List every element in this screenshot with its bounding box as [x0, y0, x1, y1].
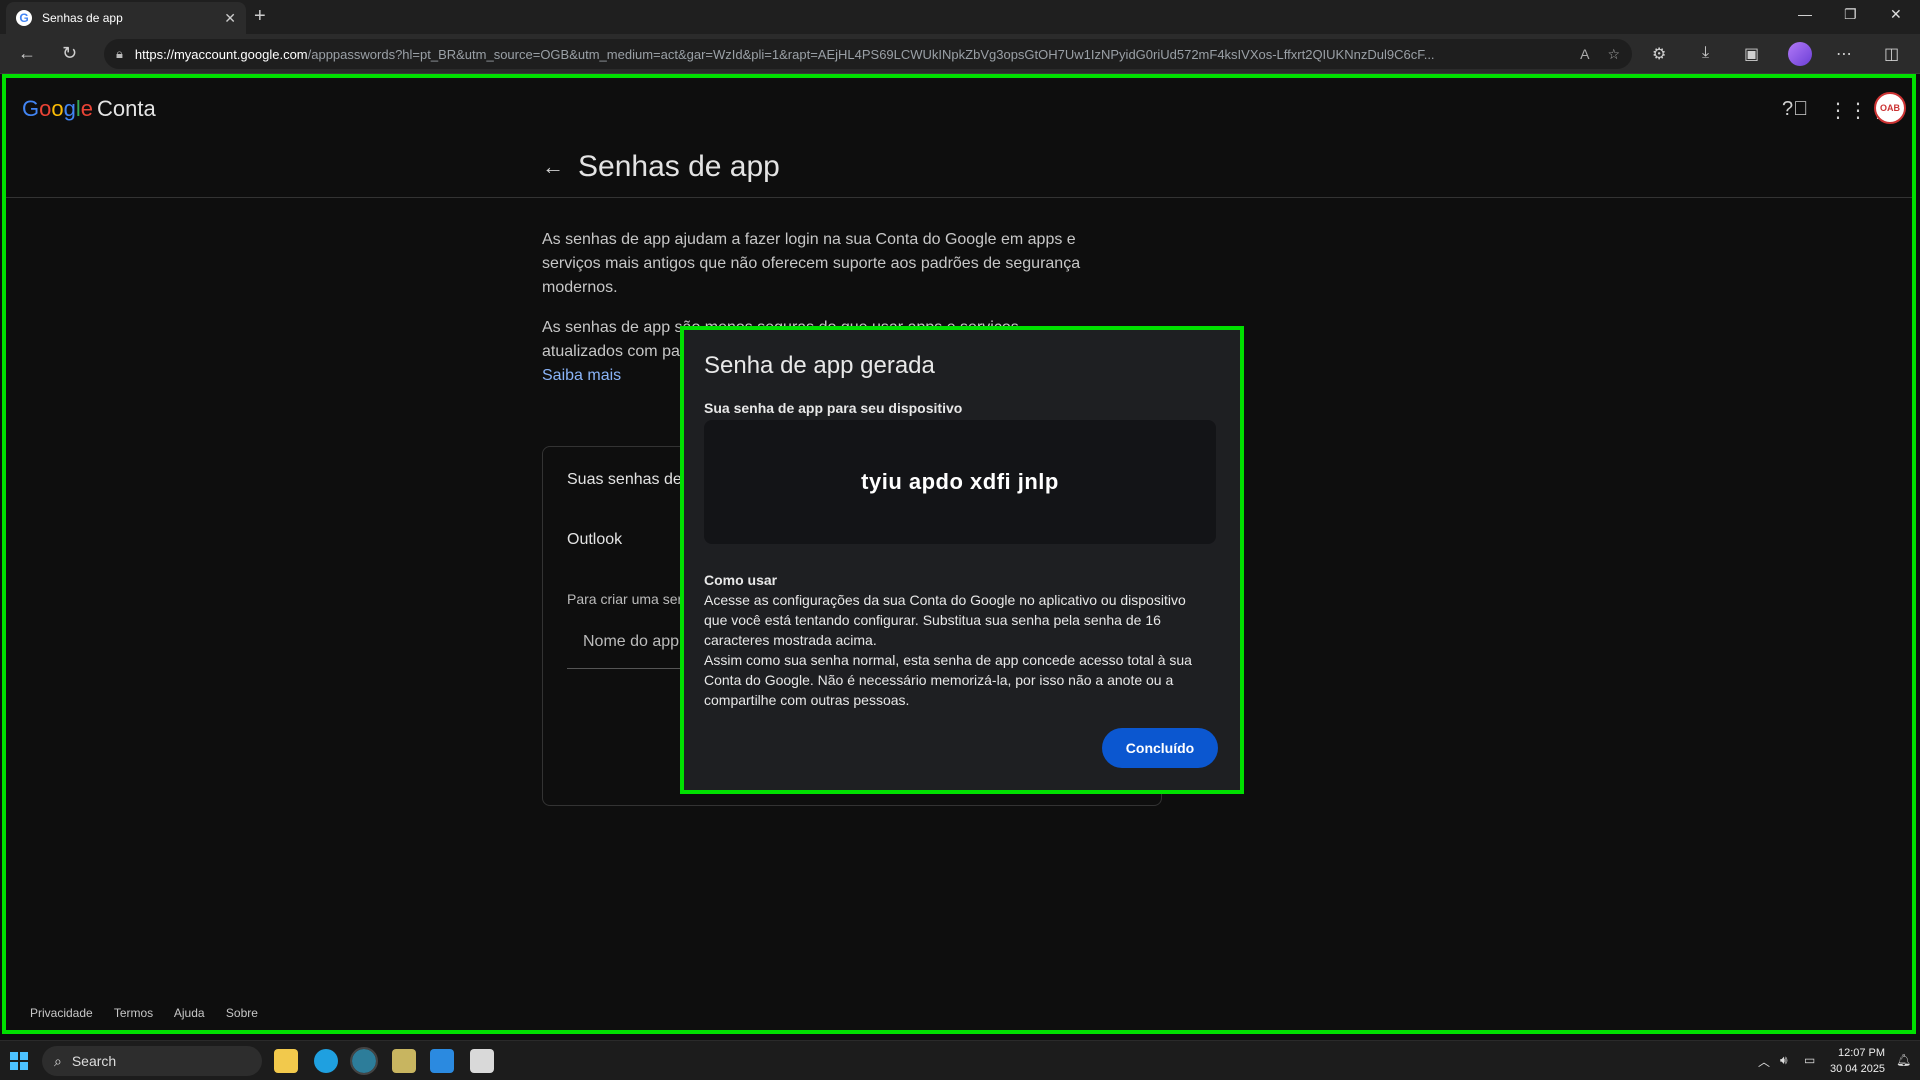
back-arrow-icon[interactable]: ← — [542, 154, 564, 180]
logo-letter: e — [80, 96, 94, 121]
address-bar[interactable]: 🔒︎ https://myaccount.google.com/apppassw… — [104, 39, 1632, 69]
footer-link-ajuda[interactable]: Ajuda — [174, 1006, 205, 1020]
account-avatar[interactable]: OAB — [1874, 92, 1906, 124]
create-hint: Para criar uma ser — [567, 591, 683, 607]
footer-link-termos[interactable]: Termos — [114, 1006, 153, 1020]
how-to-paragraph-1: Acesse as configurações da sua Conta do … — [704, 592, 1186, 648]
new-tab-button[interactable]: + — [254, 5, 266, 28]
reload-icon[interactable]: ↻ — [62, 43, 77, 64]
windows-start-icon[interactable] — [10, 1052, 28, 1070]
collections-icon[interactable]: ▣ — [1744, 44, 1759, 64]
taskbar-clock[interactable]: 12:07 PM 30 04 2025 — [1830, 1045, 1885, 1077]
intro-text: As senhas de app ajudam a fazer login na… — [542, 231, 1081, 296]
clock-time: 12:07 PM — [1837, 1047, 1886, 1059]
logo-letter: o — [39, 96, 52, 121]
logo-letter: o — [51, 96, 64, 121]
learn-more-link[interactable]: Saiba mais — [542, 367, 621, 384]
network-icon[interactable]: ▭ — [1804, 1053, 1815, 1067]
tab-title: Senhas de app — [42, 11, 123, 25]
notifications-icon[interactable]: 🔔︎ — [1896, 1053, 1911, 1067]
sidebar-toggle-icon[interactable]: ◫ — [1884, 44, 1899, 64]
snipping-tool-icon[interactable] — [470, 1049, 494, 1073]
logo-letter: G — [22, 96, 40, 121]
generated-password[interactable]: tyiu apdo xdfi jnlp — [861, 469, 1059, 495]
google-conta-logo[interactable]: Google Conta — [22, 96, 156, 122]
generated-password-dialog: Senha de app gerada Sua senha de app par… — [680, 326, 1244, 794]
dialog-title: Senha de app gerada — [704, 352, 935, 379]
edge-active-icon[interactable] — [350, 1047, 378, 1075]
close-window-icon[interactable]: ✕ — [1890, 6, 1902, 23]
extensions-icon[interactable]: ⚙ — [1652, 44, 1666, 64]
done-button[interactable]: Concluído — [1102, 728, 1218, 768]
close-tab-icon[interactable]: ✕ — [224, 10, 236, 27]
tab-senhas-de-app[interactable]: G Senhas de app ✕ — [6, 2, 246, 34]
browser-profile-avatar[interactable] — [1788, 42, 1812, 66]
clock-date: 30 04 2025 — [1830, 1063, 1886, 1075]
url-text: https://myaccount.google.com/apppassword… — [135, 47, 1562, 62]
read-aloud-icon[interactable]: A — [1580, 46, 1589, 62]
downloads-icon[interactable]: ⤓ — [1702, 44, 1709, 62]
google-favicon-icon: G — [16, 10, 32, 26]
google-account-header: Google Conta ?⃝ ⋮⋮⋮ OAB — [6, 78, 1912, 138]
footer-link-privacidade[interactable]: Privacidade — [30, 1006, 93, 1020]
favorite-star-icon[interactable]: ☆ — [1607, 46, 1620, 63]
card-title: Suas senhas de — [567, 471, 682, 488]
restore-icon[interactable]: ❐ — [1844, 6, 1857, 23]
browser-toolbar: ← ↻ 🔒︎ https://myaccount.google.com/appp… — [0, 34, 1920, 74]
how-to-paragraph-2: Assim como sua senha normal, esta senha … — [704, 652, 1192, 708]
minimize-icon[interactable]: — — [1798, 6, 1812, 22]
help-icon[interactable]: ?⃝ — [1782, 98, 1808, 121]
back-icon[interactable]: ← — [18, 43, 36, 64]
edge-icon[interactable] — [314, 1049, 338, 1073]
password-box: tyiu apdo xdfi jnlp — [704, 420, 1216, 544]
logo-letter: g — [63, 96, 76, 121]
how-to-use-section: Como usar Acesse as configurações da sua… — [704, 570, 1204, 710]
how-to-heading: Como usar — [704, 572, 778, 588]
page-title-bar: ← Senhas de app — [6, 142, 1912, 198]
app-password-item-outlook[interactable]: Outlook — [567, 531, 622, 549]
windows-taskbar: ⌕ Search ︿ 🔊︎ ▭ 12:07 PM 30 04 2025 🔔︎ — [0, 1040, 1920, 1080]
volume-icon[interactable]: 🔊︎ — [1780, 1053, 1788, 1068]
lock-icon[interactable]: 🔒︎ — [116, 46, 123, 62]
file-explorer-icon[interactable] — [274, 1049, 298, 1073]
footer-link-sobre[interactable]: Sobre — [226, 1006, 258, 1020]
dialog-subtitle: Sua senha de app para seu dispositivo — [704, 400, 963, 416]
footer-links: Privacidade Termos Ajuda Sobre — [30, 1006, 276, 1020]
logo-conta-label: Conta — [97, 96, 156, 121]
app-icon[interactable] — [392, 1049, 416, 1073]
search-icon: ⌕ — [54, 1052, 62, 1069]
taskbar-search[interactable]: ⌕ Search — [42, 1046, 262, 1076]
url-path: /apppasswords?hl=pt_BR&utm_source=OGB&ut… — [307, 46, 1435, 62]
search-label: Search — [71, 1053, 117, 1069]
vscode-icon[interactable] — [430, 1049, 454, 1073]
browser-tab-bar: G Senhas de app ✕ + — ❐ ✕ — [0, 0, 1920, 34]
url-host: https://myaccount.google.com — [134, 46, 308, 62]
page-title: Senhas de app — [578, 150, 780, 183]
tray-chevron-icon[interactable]: ︿ — [1758, 1053, 1770, 1070]
more-menu-icon[interactable]: ⋯ — [1836, 44, 1852, 64]
